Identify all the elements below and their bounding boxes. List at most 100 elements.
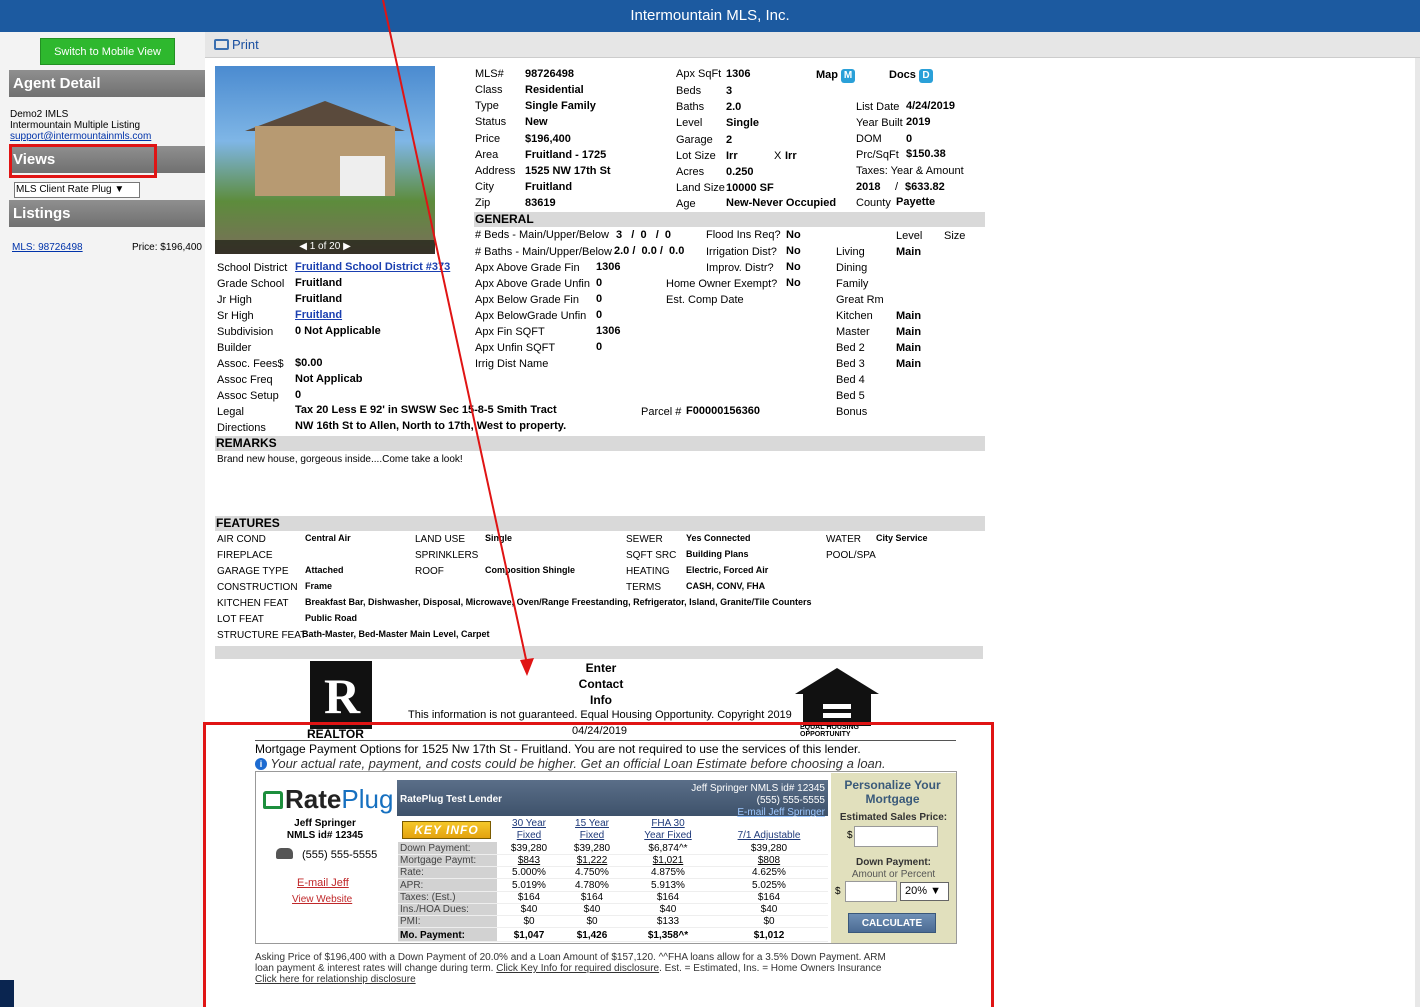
pool-label: POOL/SPA <box>826 550 876 561</box>
zip-value: 83619 <box>525 197 556 209</box>
docs-icon[interactable]: D <box>918 69 933 83</box>
flood-value: No <box>786 229 801 241</box>
views-select-value: MLS Client Rate Plug <box>16 184 112 195</box>
scrollbar[interactable] <box>1415 58 1420 1007</box>
builder-label: Builder <box>217 342 252 354</box>
fin-sqft-label: Apx Fin SQFT <box>475 326 545 338</box>
agent-info: Demo2 IMLS Intermountain Multiple Listin… <box>10 109 151 142</box>
dom-value: 0 <box>906 133 913 145</box>
homeowner-value: No <box>786 277 801 289</box>
below-fin-label: Apx Below Grade Fin <box>475 294 579 306</box>
area-value: Fruitland - 1725 <box>525 149 607 161</box>
lotsize-value: Irr <box>726 150 738 162</box>
directions-value: NW 16th St to Allen, North to 17th, West… <box>295 420 567 432</box>
aircond-label: AIR COND <box>217 534 266 545</box>
water-label: WATER <box>826 534 861 545</box>
sqft-value: 1306 <box>726 68 751 80</box>
contact-info: Enter Contact Info <box>575 660 627 708</box>
address-label: Address <box>475 165 516 177</box>
jr-label: Jr High <box>217 294 252 306</box>
district-label: School District <box>217 262 288 274</box>
landuse-label: LAND USE <box>415 534 466 545</box>
mls-label: MLS# <box>475 68 504 80</box>
map-icon[interactable]: M <box>841 69 856 83</box>
fees-value: $0.00 <box>295 357 323 369</box>
kitchen-label: KITCHEN FEAT <box>217 598 289 609</box>
listing-photo[interactable] <box>215 66 435 254</box>
legal-value: Tax 20 Less E 92' in SWSW Sec 15-8-5 Smi… <box>295 404 557 416</box>
garage-door <box>340 156 385 196</box>
room-name: Bonus <box>836 406 868 418</box>
room-name: Bed 2 <box>836 342 865 354</box>
room-name: Kitchen <box>836 310 873 322</box>
sewer-value: Yes Connected <box>686 533 751 543</box>
agent-email-link[interactable]: support@intermountainmls.com <box>10 131 151 142</box>
highlight-box-views <box>9 144 157 178</box>
docs-label: Docs <box>889 69 916 81</box>
above-unfin-value: 0 <box>596 277 603 289</box>
subdiv-label: Subdivision <box>217 326 274 338</box>
improv-value: No <box>786 261 801 273</box>
highlight-box-rateplug <box>203 722 994 1007</box>
room-name: Bed 5 <box>836 390 865 402</box>
remarks-heading: REMARKS <box>215 436 985 451</box>
room-level: Main <box>896 358 922 370</box>
garage-type-value: Attached <box>305 565 344 575</box>
features-footer-bar <box>215 646 983 659</box>
listing-mls-link[interactable]: MLS: 98726498 <box>12 242 83 253</box>
district-link[interactable]: Fruitland School District #373 <box>295 261 450 273</box>
sr-link[interactable]: Fruitland <box>295 309 342 321</box>
docs-link[interactable]: Docs D <box>889 69 933 83</box>
sewer-label: SEWER <box>626 534 663 545</box>
realtor-r-icon: R <box>324 668 361 724</box>
beds-mub-value: 3 / 0 / 0 <box>616 229 672 241</box>
age-label: Age <box>676 198 696 210</box>
prcsqft-label: Prc/SqFt <box>856 149 899 161</box>
flood-label: Flood Ins Req? <box>706 229 781 241</box>
listings-heading: Listings <box>9 200 205 227</box>
lotsize-value-2: Irr <box>785 150 797 162</box>
parcel-label: Parcel # <box>641 406 682 418</box>
beds-label: Beds <box>676 85 702 97</box>
room-name: Living <box>836 246 865 258</box>
sprinklers-label: SPRINKLERS <box>415 550 479 561</box>
map-label: Map <box>816 69 838 81</box>
comp-date-label: Est. Comp Date <box>666 294 744 306</box>
beds-value: 3 <box>726 85 733 97</box>
remarks-text: Brand new house, gorgeous inside....Come… <box>217 454 463 465</box>
room-name: Bed 4 <box>836 374 865 386</box>
level-label: Level <box>676 117 703 129</box>
heating-value: Electric, Forced Air <box>686 565 769 575</box>
room-level: Main <box>896 326 922 338</box>
listdate-value: 4/24/2019 <box>906 100 955 112</box>
photo-pager[interactable]: ◀ 1 of 20 ▶ <box>215 240 435 254</box>
tax-amount: $633.82 <box>905 181 945 193</box>
listing-row[interactable]: MLS: 98726498 Price: $196,400 <box>12 242 204 253</box>
landsize-label: Land Size <box>676 182 725 194</box>
type-value: Single Family <box>525 100 596 112</box>
general-heading: GENERAL <box>474 212 985 227</box>
yearbuilt-label: Year Built <box>856 117 903 129</box>
switch-mobile-button[interactable]: Switch to Mobile View <box>40 38 175 65</box>
setup-value: 0 <box>295 389 302 401</box>
listdate-label: List Date <box>856 101 900 113</box>
agent-detail-heading: Agent Detail <box>9 70 205 97</box>
above-fin-value: 1306 <box>596 261 621 273</box>
jr-value: Fruitland <box>295 293 343 305</box>
lotsize-label: Lot Size <box>676 150 716 162</box>
city-label: City <box>475 181 494 193</box>
level-value: Single <box>726 117 760 129</box>
features-heading: FEATURES <box>215 516 985 531</box>
homeowner-label: Home Owner Exempt? <box>666 278 778 290</box>
below-unfin-label: Apx BelowGrade Unfin <box>475 310 587 322</box>
directions-label: Directions <box>217 422 266 434</box>
city-value: Fruitland <box>525 181 573 193</box>
heating-label: HEATING <box>626 566 670 577</box>
app-title: Intermountain MLS, Inc. <box>630 7 790 24</box>
prcsqft-value: $150.38 <box>906 148 946 160</box>
print-button[interactable]: Print <box>214 37 259 52</box>
views-select[interactable]: MLS Client Rate Plug ▼ <box>14 182 140 198</box>
status-label: Status <box>475 116 507 128</box>
price-value: $196,400 <box>525 133 571 145</box>
map-link[interactable]: Map M <box>816 69 856 83</box>
